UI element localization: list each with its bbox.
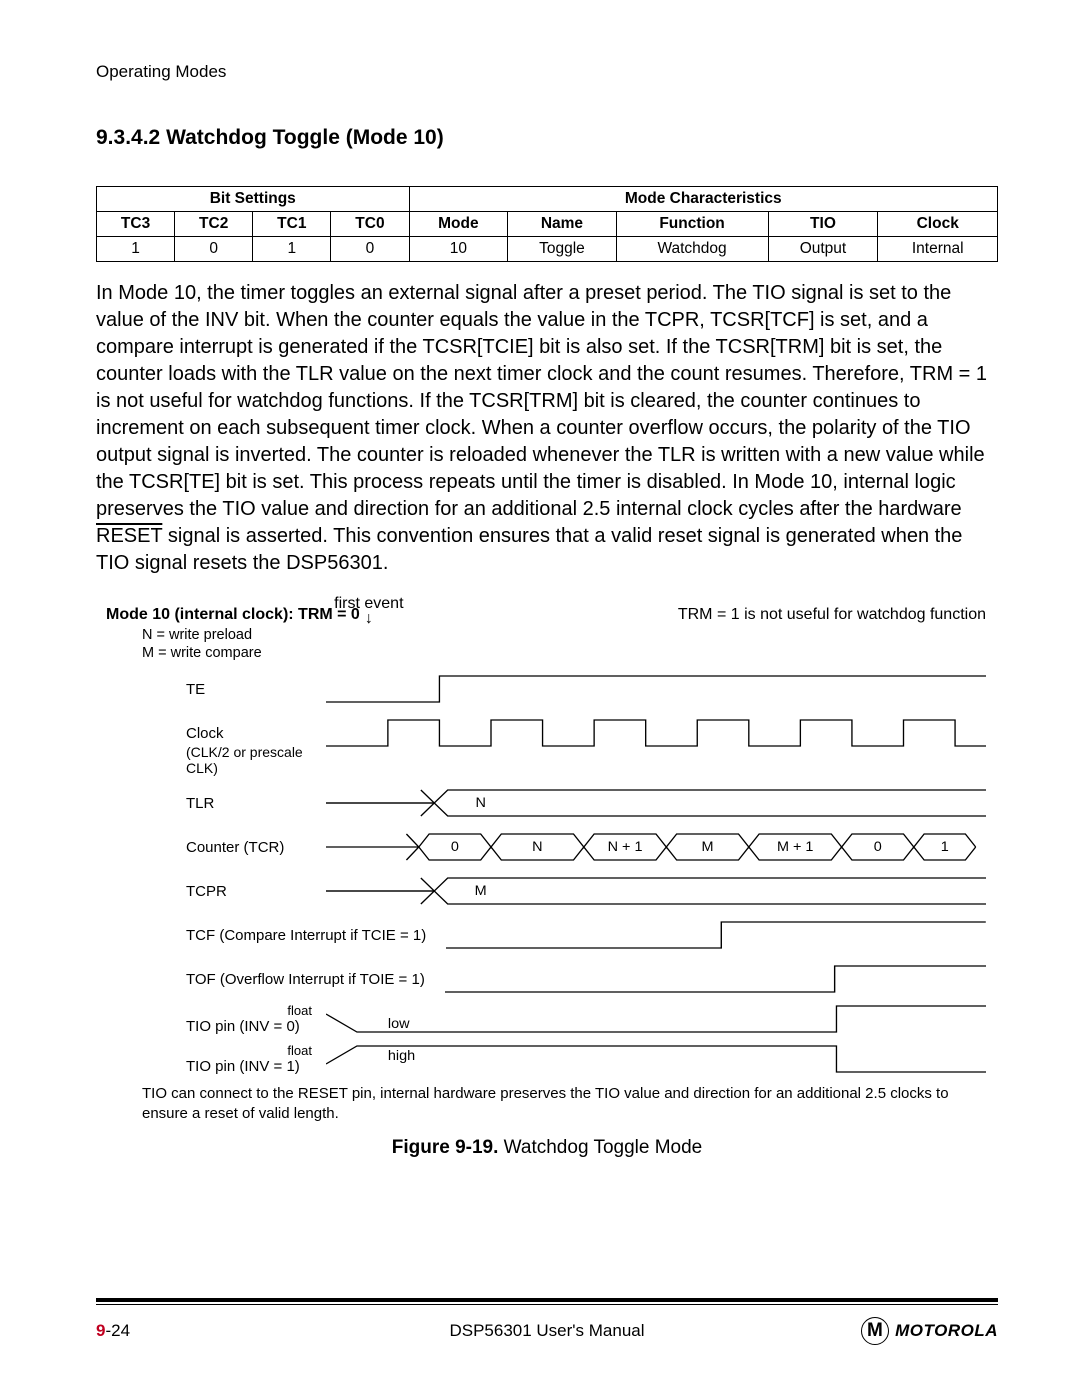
tlr-val: N	[475, 796, 485, 812]
bit-settings-table: Bit Settings Mode Characteristics TC3 TC…	[96, 186, 998, 262]
float-label-1: float	[186, 1043, 316, 1058]
col-tc0: TC0	[331, 212, 409, 237]
section-title: 9.3.4.2 Watchdog Toggle (Mode 10)	[96, 126, 998, 150]
figure-caption: Figure 9-19. Watchdog Toggle Mode	[96, 1137, 998, 1159]
wave-counter: 0 N N + 1 M M + 1 0 1	[326, 830, 986, 864]
float-label-0: float	[186, 1003, 316, 1018]
cell: Internal	[878, 237, 998, 262]
section-title-text: Watchdog Toggle (Mode 10)	[166, 126, 444, 149]
cell: Output	[768, 237, 878, 262]
label-tcf: TCF (Compare Interrupt if TCIE = 1)	[106, 927, 446, 944]
cell: 0	[175, 237, 253, 262]
cell: Toggle	[508, 237, 616, 262]
label-counter: Counter (TCR)	[106, 839, 326, 856]
ctr-v3: M	[702, 840, 714, 856]
col-tc1: TC1	[253, 212, 331, 237]
ctr-v2: N + 1	[608, 840, 643, 856]
table-row: 1 0 1 0 10 Toggle Watchdog Output Intern…	[97, 237, 998, 262]
cell: Watchdog	[616, 237, 768, 262]
cell: 1	[97, 237, 175, 262]
col-clock: Clock	[878, 212, 998, 237]
footer-rule	[96, 1298, 998, 1305]
cell: 0	[331, 237, 409, 262]
cell: 10	[409, 237, 508, 262]
m-def: M = write compare	[142, 644, 986, 662]
th-bit-settings: Bit Settings	[97, 187, 410, 212]
running-head: Operating Modes	[96, 62, 998, 82]
low-label: low	[388, 1017, 410, 1033]
diagram-note: TIO can connect to the RESET pin, intern…	[142, 1084, 986, 1123]
wave-tio1: high	[326, 1042, 986, 1076]
ctr-v5: 0	[874, 840, 882, 856]
wave-tcpr: M	[326, 874, 986, 908]
label-tio0: float TIO pin (INV = 0)	[106, 1003, 326, 1035]
label-tlr: TLR	[106, 795, 326, 812]
page-footer: 9-24 DSP56301 User's Manual M MOTOROLA	[96, 1317, 998, 1345]
wave-tcf	[446, 918, 986, 952]
high-label: high	[388, 1049, 415, 1065]
tio0-text: TIO pin (INV = 0)	[186, 1018, 300, 1035]
col-function: Function	[616, 212, 768, 237]
diagram-title: Mode 10 (internal clock): TRM = 0	[106, 606, 360, 624]
footer-center: DSP56301 User's Manual	[96, 1321, 998, 1341]
col-mode: Mode	[409, 212, 508, 237]
label-tof: TOF (Overflow Interrupt if TOIE = 1)	[106, 971, 445, 988]
cell: 1	[253, 237, 331, 262]
wave-te	[326, 672, 986, 706]
timing-diagram: Mode 10 (internal clock): TRM = 0 first …	[106, 595, 986, 1123]
section-number: 9.3.4.2	[96, 126, 160, 149]
label-clock-text: Clock	[186, 725, 224, 742]
col-name: Name	[508, 212, 616, 237]
ctr-v6: 1	[941, 840, 949, 856]
first-event-label: first event ↓	[334, 595, 403, 624]
tcpr-val: M	[475, 884, 487, 900]
th-mode-characteristics: Mode Characteristics	[409, 187, 998, 212]
label-te: TE	[106, 681, 326, 698]
figure-label: Figure 9-19.	[392, 1137, 499, 1158]
col-tio: TIO	[768, 212, 878, 237]
col-tc3: TC3	[97, 212, 175, 237]
wave-tlr: N	[326, 786, 986, 820]
wave-clock	[326, 716, 986, 750]
body-paragraph: In Mode 10, the timer toggles an externa…	[96, 280, 998, 577]
label-clock-sub: (CLK/2 or prescale CLK)	[106, 744, 326, 776]
wave-tio0: low	[326, 1002, 986, 1036]
label-tcpr: TCPR	[106, 883, 326, 900]
ctr-v0: 0	[451, 840, 459, 856]
ctr-v4: M + 1	[777, 840, 814, 856]
figure-caption-text: Watchdog Toggle Mode	[498, 1137, 702, 1158]
ctr-v1: N	[532, 840, 542, 856]
trm-note: TRM = 1 is not useful for watchdog funct…	[678, 606, 986, 624]
wave-tof	[445, 962, 986, 996]
label-tio1: float TIO pin (INV = 1)	[106, 1043, 326, 1075]
col-tc2: TC2	[175, 212, 253, 237]
label-clock: Clock	[106, 725, 326, 742]
n-def: N = write preload	[142, 626, 986, 644]
tio1-text: TIO pin (INV = 1)	[186, 1058, 300, 1075]
